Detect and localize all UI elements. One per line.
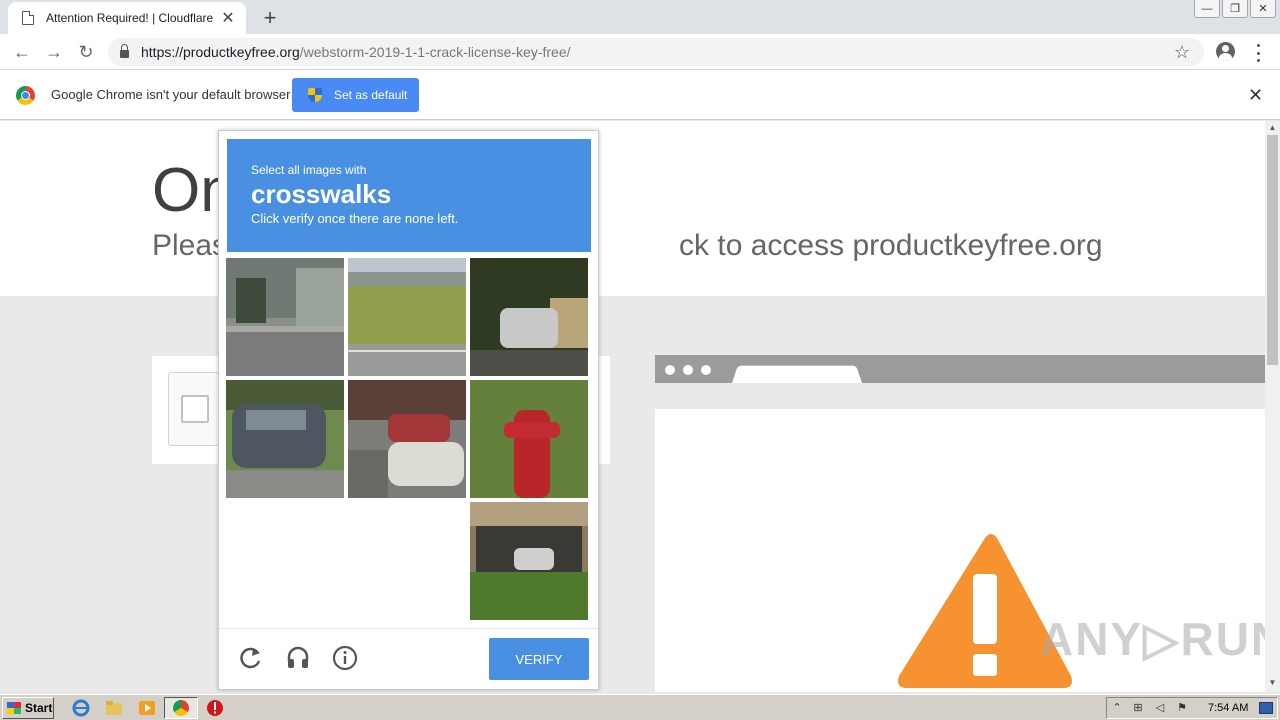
close-window-button[interactable]: ✕ [1250, 0, 1276, 18]
reload-button[interactable]: ↻ [74, 40, 98, 64]
show-hidden-icons-icon[interactable]: ⌃ [1110, 701, 1124, 715]
captcha-hint: Click verify once there are none left. [251, 211, 459, 226]
captcha-tile-empty-2[interactable] [348, 502, 466, 620]
page-icon [22, 11, 34, 25]
set-as-default-label: Set as default [334, 88, 408, 102]
chrome-logo-icon [16, 86, 35, 105]
recaptcha-checkbox[interactable] [181, 395, 209, 423]
captcha-footer: VERIFY [219, 628, 598, 690]
captcha-tile-parked-car[interactable] [226, 380, 344, 498]
volume-icon[interactable]: ◁ [1153, 701, 1167, 715]
profile-avatar-icon[interactable] [1216, 42, 1235, 61]
scroll-up-arrow-icon[interactable]: ▲ [1265, 123, 1280, 135]
info-icon[interactable] [332, 645, 358, 671]
scroll-down-arrow-icon[interactable]: ▼ [1265, 678, 1280, 690]
internet-explorer-icon[interactable] [72, 699, 90, 717]
captcha-tile-car-tree[interactable] [470, 258, 588, 376]
new-tab-button[interactable]: + [258, 5, 282, 31]
captcha-tile-building-street[interactable] [226, 258, 344, 376]
address-bar[interactable]: https://productkeyfree.org/webstorm-2019… [108, 38, 1204, 66]
windows-taskbar: Start ⌃ ⊞ ◁ ⚑ 7:54 AM [0, 694, 1280, 720]
browser-toolbar: ← → ↻ https://productkeyfree.org/webstor… [0, 34, 1280, 70]
default-browser-infobar: Google Chrome isn't your default browser… [0, 70, 1280, 120]
bookmark-star-icon[interactable]: ☆ [1174, 42, 1190, 63]
tab-title: Attention Required! | Cloudflare [46, 11, 214, 25]
captcha-tile-fire-hydrant[interactable] [470, 380, 588, 498]
page-content: On Pleas ck to access productkeyfree.org [0, 121, 1265, 692]
recaptcha-challenge: Select all images with crosswalks Click … [218, 130, 599, 690]
subheading-right: ck to access productkeyfree.org [679, 229, 1103, 262]
action-center-flag-icon[interactable]: ⚑ [1175, 701, 1189, 715]
captcha-tile-parking-lot[interactable] [348, 380, 466, 498]
start-button[interactable]: Start [2, 697, 54, 719]
page-scrollbar[interactable]: ▲ ▼ [1265, 121, 1280, 692]
media-player-icon[interactable] [138, 699, 156, 717]
network-icon[interactable]: ⊞ [1131, 701, 1145, 715]
captcha-tile-field-road[interactable] [348, 258, 466, 376]
set-as-default-button[interactable]: Set as default [292, 78, 419, 112]
clock[interactable]: 7:54 AM [1208, 702, 1248, 714]
captcha-instruction: Select all images with [251, 163, 367, 177]
tab-strip: Attention Required! | Cloudflare ✕ + — ❐… [0, 0, 1280, 34]
captcha-target: crosswalks [251, 179, 392, 209]
chrome-taskbar-button[interactable] [164, 697, 198, 719]
chrome-taskbar-icon [173, 700, 189, 716]
subheading-left: Pleas [152, 229, 228, 262]
url-host: https://productkeyfree.org [141, 44, 300, 60]
lock-icon [120, 44, 129, 58]
system-tray: ⌃ ⊞ ◁ ⚑ 7:54 AM [1106, 697, 1278, 719]
chrome-menu-icon[interactable] [1252, 44, 1264, 62]
url-text: https://productkeyfree.org/webstorm-2019… [141, 44, 571, 60]
page-header-area: On Pleas ck to access productkeyfree.org [0, 121, 1265, 296]
forward-button[interactable]: → [42, 40, 66, 64]
start-label: Start [25, 701, 53, 715]
anyrun-watermark: ANY▷RUN [1040, 613, 1280, 665]
captcha-tile-storefront[interactable] [470, 502, 588, 620]
infobar-close-button[interactable]: ✕ [1248, 85, 1263, 106]
tab-close-button[interactable]: ✕ [220, 8, 236, 28]
scroll-thumb[interactable] [1267, 135, 1278, 365]
illustration-titlebar [655, 355, 1265, 384]
verify-button[interactable]: VERIFY [489, 638, 589, 680]
windows-logo-icon [7, 702, 21, 714]
restore-button[interactable]: ❐ [1222, 0, 1248, 18]
captcha-tile-empty-1[interactable] [226, 502, 344, 620]
stop-app-icon[interactable] [206, 699, 224, 717]
minimize-button[interactable]: — [1194, 0, 1220, 18]
infobar-message: Google Chrome isn't your default browser [51, 87, 291, 102]
show-desktop-icon[interactable] [1259, 702, 1273, 714]
window-controls: — ❐ ✕ [1192, 0, 1276, 18]
back-button[interactable]: ← [10, 40, 34, 64]
url-path: /webstorm-2019-1-1-crack-license-key-fre… [299, 44, 571, 60]
captcha-header: Select all images with crosswalks Click … [227, 139, 591, 252]
folder-icon[interactable] [105, 699, 123, 717]
browser-tab[interactable]: Attention Required! | Cloudflare ✕ [8, 2, 246, 34]
reload-challenge-icon[interactable] [237, 645, 263, 671]
warning-icon [898, 534, 1072, 688]
uac-shield-icon [308, 88, 322, 102]
audio-challenge-icon[interactable] [285, 645, 311, 671]
